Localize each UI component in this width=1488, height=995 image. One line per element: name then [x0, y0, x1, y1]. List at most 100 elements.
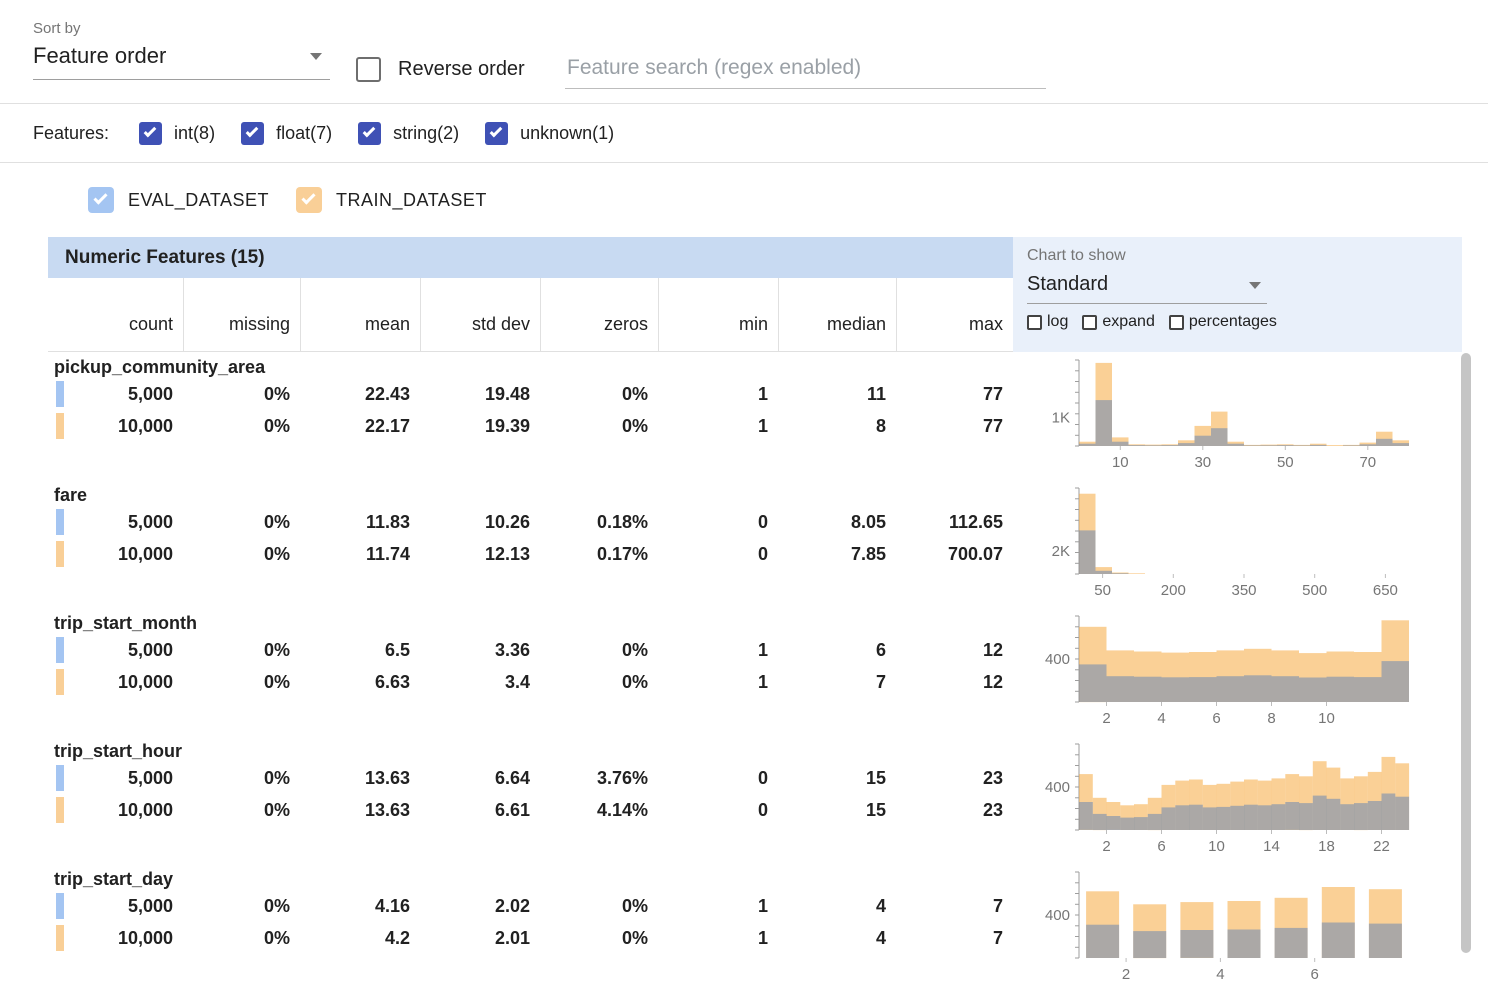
stat-cell: 0.18%: [540, 506, 658, 538]
stat-cell: 0%: [183, 538, 300, 570]
stat-cell: 1: [658, 890, 778, 922]
stat-cell: 0%: [540, 890, 658, 922]
chart-controls-panel: Chart to show Standard log expand percen…: [1013, 237, 1462, 352]
stat-cell: 0%: [183, 922, 300, 954]
train-dataset-label: TRAIN_DATASET: [336, 190, 487, 211]
stat-cell: 6.63: [300, 666, 420, 698]
filter-checkbox-int[interactable]: [139, 122, 162, 145]
svg-text:50: 50: [1277, 454, 1294, 471]
filter-checkbox-string[interactable]: [358, 122, 381, 145]
train-dataset-checkbox[interactable]: [296, 187, 322, 213]
svg-text:400: 400: [1045, 907, 1070, 924]
stat-cell: 22.43: [300, 378, 420, 410]
feature-search-input[interactable]: [565, 48, 1046, 89]
log-label: log: [1047, 313, 1068, 331]
stat-cell: 0%: [183, 634, 300, 666]
stat-row-train: 10,0000%22.1719.390%1877: [48, 410, 1013, 442]
stat-cell: 19.39: [420, 410, 540, 442]
stat-row-train: 10,0000%4.22.010%147: [48, 922, 1013, 954]
chevron-down-icon: [1249, 282, 1261, 289]
filter-checkbox-float[interactable]: [241, 122, 264, 145]
stat-cell: 15: [778, 794, 896, 826]
dataset-swatch-eval: [56, 509, 64, 535]
histogram-chart: 400246: [1013, 864, 1485, 990]
eval-dataset-label: EVAL_DATASET: [128, 190, 269, 211]
reverse-order-label: Reverse order: [398, 58, 525, 81]
feature-block: pickup_community_area5,0000%22.4319.480%…: [48, 352, 1488, 480]
stat-cell: 0%: [540, 410, 658, 442]
stat-cell: 3.4: [420, 666, 540, 698]
dataset-swatch-train: [56, 669, 64, 695]
filter-label-string: string(2): [393, 123, 459, 144]
stat-cell: 3.76%: [540, 762, 658, 794]
dataset-swatch-train: [56, 925, 64, 951]
column-header-median: median: [778, 278, 896, 351]
stat-cell: 77: [896, 378, 1013, 410]
stat-cell: 6: [778, 634, 896, 666]
checkmark-icon: [301, 190, 315, 204]
dataset-swatch-train: [56, 413, 64, 439]
sort-by-dropdown[interactable]: Sort by Feature order: [33, 20, 330, 80]
stat-cell: 2.02: [420, 890, 540, 922]
scrollbar-thumb[interactable]: [1461, 353, 1471, 953]
feature-name: trip_start_day: [48, 864, 1013, 890]
stat-cell: 6.5: [300, 634, 420, 666]
dataset-swatch-eval: [56, 637, 64, 663]
filter-checkbox-unknown[interactable]: [485, 122, 508, 145]
toolbar: Sort by Feature order Reverse order: [0, 0, 1488, 104]
checkmark-icon: [246, 124, 259, 137]
stat-cell: 5,000: [48, 634, 183, 666]
feature-histogram: 2K50200350500650: [1013, 480, 1488, 608]
log-checkbox[interactable]: [1027, 315, 1042, 330]
checkmark-icon: [363, 124, 376, 137]
feature-histogram: 4002610141822: [1013, 736, 1488, 864]
stat-cell: 7: [896, 890, 1013, 922]
stat-cell: 10,000: [48, 794, 183, 826]
feature-list: pickup_community_area5,0000%22.4319.480%…: [48, 352, 1488, 992]
svg-text:50: 50: [1094, 582, 1111, 599]
svg-text:2: 2: [1102, 710, 1110, 727]
chart-type-value: Standard: [1027, 273, 1108, 295]
filter-label-int: int(8): [174, 123, 215, 144]
svg-text:2: 2: [1102, 838, 1110, 855]
svg-text:18: 18: [1318, 838, 1335, 855]
stat-cell: 0%: [183, 666, 300, 698]
svg-text:30: 30: [1194, 454, 1211, 471]
stat-cell: 4.2: [300, 922, 420, 954]
stat-cell: 11.83: [300, 506, 420, 538]
stat-cell: 0: [658, 506, 778, 538]
dataset-swatch-train: [56, 541, 64, 567]
percentages-checkbox[interactable]: [1169, 315, 1184, 330]
stat-cell: 0: [658, 538, 778, 570]
dataset-legend: EVAL_DATASET TRAIN_DATASET: [0, 163, 1488, 237]
eval-dataset-checkbox[interactable]: [88, 187, 114, 213]
svg-text:6: 6: [1212, 710, 1220, 727]
reverse-order-checkbox[interactable]: [356, 57, 381, 82]
column-headers: count missing mean std dev zeros min med…: [48, 278, 1013, 352]
stat-cell: 0%: [540, 634, 658, 666]
stat-cell: 1: [658, 378, 778, 410]
expand-checkbox[interactable]: [1082, 315, 1097, 330]
stat-row-eval: 5,0000%22.4319.480%11177: [48, 378, 1013, 410]
stat-cell: 12: [896, 666, 1013, 698]
stat-cell: 7: [896, 922, 1013, 954]
svg-text:500: 500: [1302, 582, 1327, 599]
filter-label-unknown: unknown(1): [520, 123, 614, 144]
histogram-chart: 2K50200350500650: [1013, 480, 1485, 606]
svg-text:400: 400: [1045, 651, 1070, 668]
stat-cell: 0%: [540, 666, 658, 698]
column-header-missing: missing: [183, 278, 300, 351]
stat-cell: 10,000: [48, 410, 183, 442]
expand-label: expand: [1102, 313, 1155, 331]
stat-cell: 0%: [183, 410, 300, 442]
svg-text:10: 10: [1208, 838, 1225, 855]
filter-label-float: float(7): [276, 123, 332, 144]
stat-cell: 0.17%: [540, 538, 658, 570]
histogram-chart: 1K10305070: [1013, 352, 1485, 478]
sort-by-label: Sort by: [33, 20, 330, 37]
feature-histogram: 400246: [1013, 864, 1488, 992]
stat-cell: 8.05: [778, 506, 896, 538]
feature-block: trip_start_hour5,0000%13.636.643.76%0152…: [48, 736, 1488, 864]
column-header-max: max: [896, 278, 1013, 351]
chart-type-dropdown[interactable]: Standard: [1027, 273, 1267, 304]
